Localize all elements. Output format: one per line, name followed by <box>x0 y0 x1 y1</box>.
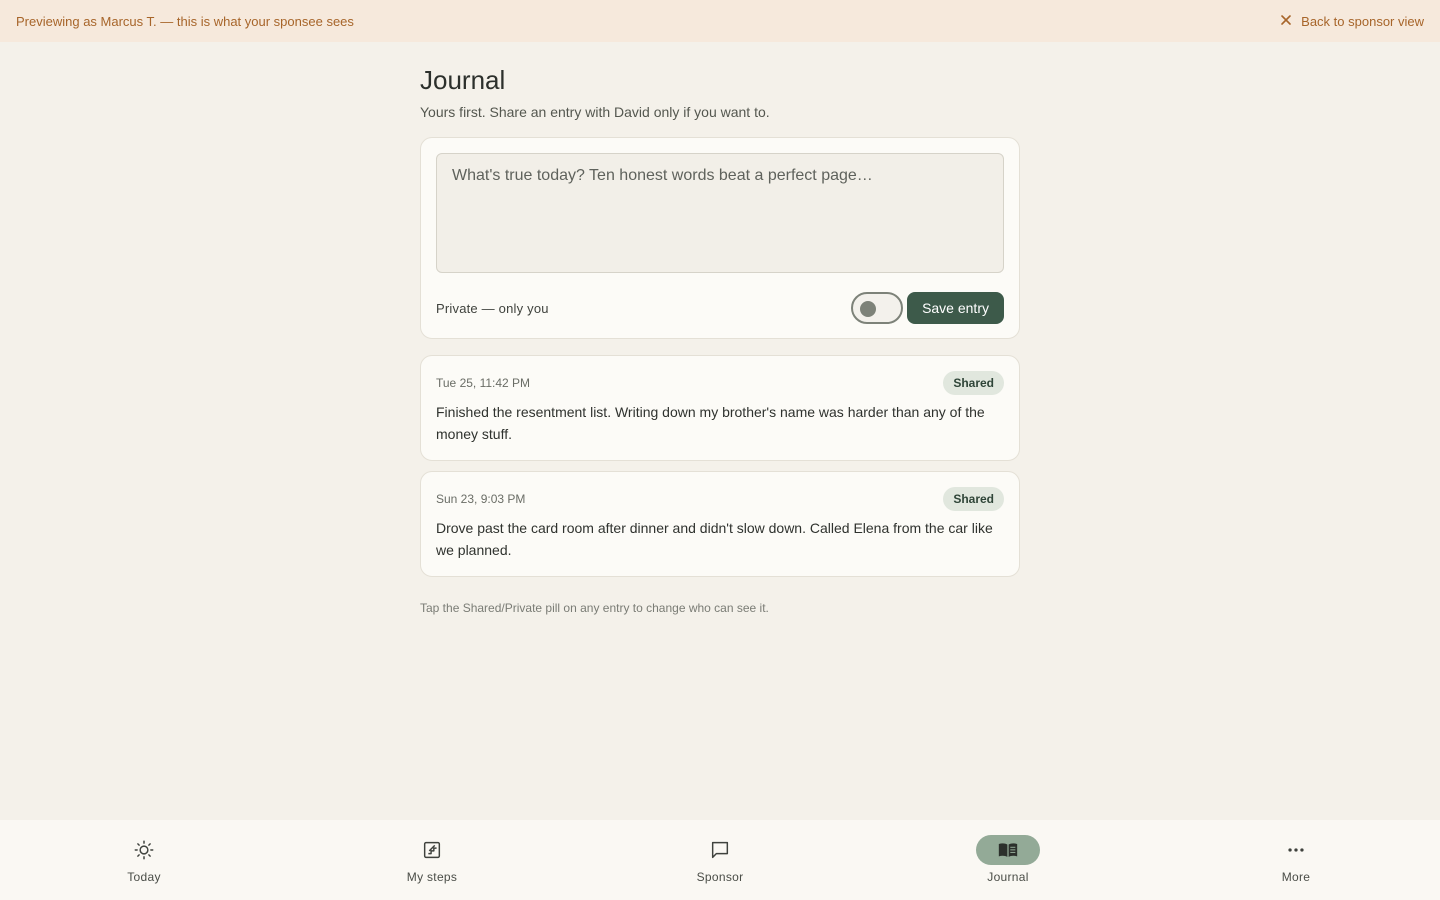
preview-banner-text: Previewing as Marcus T. — this is what y… <box>16 13 354 29</box>
entry-text: Drove past the card room after dinner an… <box>436 520 993 558</box>
entry-composer: Private — only you Save entry <box>420 137 1020 339</box>
more-icon <box>1264 835 1328 865</box>
journal-main: Journal Yours first. Share an entry with… <box>420 42 1020 615</box>
page-title: Journal <box>420 65 506 95</box>
entry-date: Sun 23, 9:03 PM <box>436 492 526 506</box>
nav-label-journal: Journal <box>987 870 1029 884</box>
visibility-hint: Tap the Shared/Private pill on any entry… <box>420 601 769 615</box>
back-to-sponsor-label: Back to sponsor view <box>1301 13 1424 29</box>
book-icon <box>976 835 1040 865</box>
nav-label-my-steps: My steps <box>406 870 458 884</box>
journal-entry-input[interactable] <box>436 153 1004 273</box>
chat-icon <box>688 835 752 865</box>
close-icon <box>1279 13 1293 30</box>
bottom-navigation: Today My steps Sponsor Journal More <box>0 820 1440 900</box>
entry-header: Tue 25, 11:42 PM Shared <box>436 371 1004 395</box>
preview-banner: Previewing as Marcus T. — this is what y… <box>0 0 1440 42</box>
entry-header: Sun 23, 9:03 PM Shared <box>436 487 1004 511</box>
page-subtitle: Yours first. Share an entry with David o… <box>420 104 770 120</box>
nav-item-journal[interactable]: Journal <box>864 820 1152 900</box>
steps-icon <box>400 835 464 865</box>
share-toggle[interactable] <box>851 292 904 324</box>
privacy-label: Private — only you <box>436 300 549 316</box>
journal-entry: Sun 23, 9:03 PM Shared Drove past the ca… <box>420 471 1020 577</box>
toggle-knob <box>860 301 877 317</box>
nav-item-more[interactable]: More <box>1152 820 1440 900</box>
nav-label-today: Today <box>127 870 161 884</box>
nav-item-my-steps[interactable]: My steps <box>288 820 576 900</box>
visibility-pill[interactable]: Shared <box>943 371 1004 395</box>
visibility-pill[interactable]: Shared <box>943 487 1004 511</box>
nav-label-sponsor: Sponsor <box>696 870 744 884</box>
nav-label-more: More <box>1281 870 1311 884</box>
entry-date: Tue 25, 11:42 PM <box>436 376 531 390</box>
journal-entry: Tue 25, 11:42 PM Shared Finished the res… <box>420 355 1020 461</box>
sun-icon <box>112 835 176 865</box>
composer-controls: Private — only you Save entry <box>436 292 1004 324</box>
nav-item-sponsor[interactable]: Sponsor <box>576 820 864 900</box>
composer-actions: Save entry <box>851 292 1004 324</box>
entry-text: Finished the resentment list. Writing do… <box>436 404 985 442</box>
back-to-sponsor-button[interactable]: Back to sponsor view <box>1279 13 1424 30</box>
save-entry-button[interactable]: Save entry <box>907 292 1004 324</box>
nav-item-today[interactable]: Today <box>0 820 288 900</box>
